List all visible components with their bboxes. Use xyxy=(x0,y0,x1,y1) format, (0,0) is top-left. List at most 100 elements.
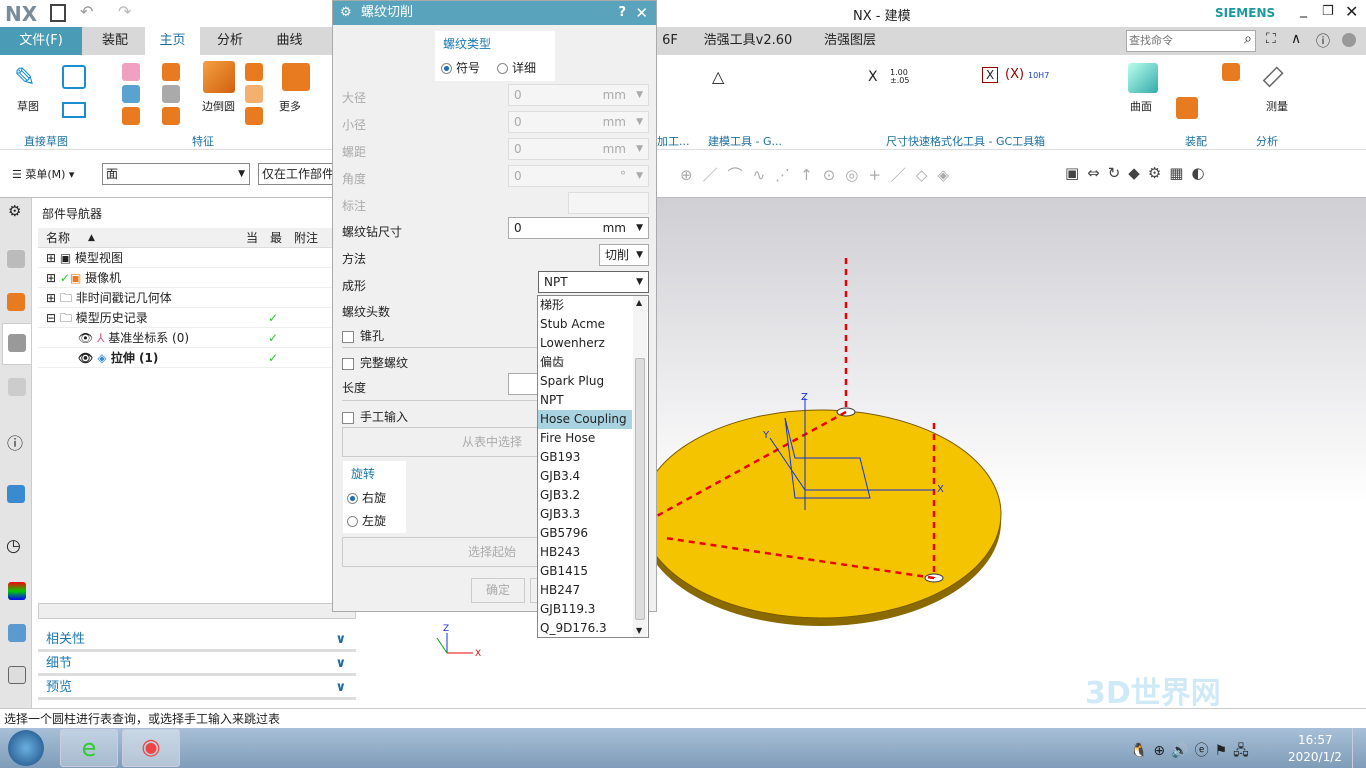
add-component-icon[interactable] xyxy=(1176,97,1198,119)
dropdown-scrollbar[interactable]: ▲ ▼ xyxy=(633,296,647,637)
tab-home[interactable]: 主页 xyxy=(145,27,200,55)
dropdown-option[interactable]: HB243 xyxy=(538,543,632,562)
tree-row-cameras[interactable]: ⊞ ✓▣ 摄像机 xyxy=(38,268,356,288)
scope-filter-select[interactable]: 仅在工作部件内 xyxy=(258,163,338,185)
chamfer-icon[interactable] xyxy=(245,63,263,81)
dropdown-option[interactable]: GB1415 xyxy=(538,562,632,581)
dim-x-icon[interactable]: X xyxy=(868,69,878,85)
scroll-down-icon[interactable]: ▼ xyxy=(636,626,642,635)
taskbar-nx-icon[interactable]: ◉ xyxy=(122,729,180,767)
history-icon[interactable]: ◷ xyxy=(6,536,21,556)
dropdown-option[interactable]: HB247 xyxy=(538,581,632,600)
section-dependencies[interactable]: 相关性 ∨ xyxy=(38,628,356,652)
sketch-label[interactable]: 草图 xyxy=(17,98,39,114)
radio-detailed[interactable]: 详细 xyxy=(497,59,536,76)
help-icon[interactable]: ⓘ xyxy=(1316,31,1330,51)
more-icon[interactable] xyxy=(282,63,310,91)
tray-icons[interactable]: 🐧⊕🔊ⓔ⚑🖧 xyxy=(1130,740,1255,764)
dropdown-option[interactable]: GJB3.2 xyxy=(538,486,632,505)
radio-right-hand[interactable]: 右旋 xyxy=(343,486,406,509)
search-icon[interactable]: ⌕ xyxy=(1244,31,1252,47)
info-icon[interactable]: ⓘ xyxy=(7,430,23,454)
surface-label[interactable]: 曲面 xyxy=(1130,98,1152,114)
type-filter-select[interactable]: 面 ▼ xyxy=(102,163,250,185)
sketch-icon[interactable]: ✎ xyxy=(14,63,36,93)
dropdown-option[interactable]: GB5796 xyxy=(538,524,632,543)
start-button[interactable] xyxy=(8,730,44,766)
method-select[interactable]: 切削 ▼ xyxy=(599,244,649,266)
form-dropdown-list[interactable]: 梯形 Stub Acme Lowenherz 偏齿 Spark Plug NPT Hose … xyxy=(537,295,649,638)
tapered-checkbox[interactable]: 锥孔 xyxy=(342,327,384,344)
disk-part[interactable] xyxy=(640,409,1002,619)
column-notes[interactable]: 附注 xyxy=(294,228,318,248)
edge-blend-label[interactable]: 边倒圆 xyxy=(202,98,235,114)
undo-icon[interactable]: ↶ xyxy=(80,2,93,21)
dropdown-option[interactable]: Hose Coupling xyxy=(538,410,632,429)
close-dialog-button[interactable]: ✕ xyxy=(635,1,648,25)
datum-plane-icon[interactable] xyxy=(122,63,140,81)
web-browser-icon[interactable] xyxy=(7,485,25,503)
tap-drill-size-field[interactable]: 0 mm ▼ xyxy=(508,217,649,239)
hole-icon[interactable] xyxy=(122,107,140,125)
dropdown-option[interactable]: NPT xyxy=(538,391,632,410)
snap-point-icons[interactable]: ⊕／⌒∿⋰↑⊙◎+／◇◈ xyxy=(680,164,959,185)
collapse-ribbon-icon[interactable]: ∧ xyxy=(1291,31,1301,47)
clock-time[interactable]: 16:57 xyxy=(1298,733,1333,747)
horizontal-scrollbar[interactable] xyxy=(38,603,356,619)
basic-dim-icon[interactable]: X xyxy=(982,67,999,83)
constraint-icon[interactable] xyxy=(1222,63,1240,81)
surface-icon[interactable] xyxy=(1128,63,1158,93)
manual-input-checkbox[interactable]: 手工输入 xyxy=(342,408,408,425)
rectangle-icon[interactable] xyxy=(62,102,86,118)
dropdown-option[interactable]: Spark Plug xyxy=(538,372,632,391)
fit-10h7-icon[interactable]: 10H7 xyxy=(1028,71,1049,80)
redo-icon[interactable]: ↷ xyxy=(118,2,131,21)
minimize-button[interactable]: _ xyxy=(1300,2,1307,18)
extrude-icon[interactable] xyxy=(122,85,140,103)
dropdown-option[interactable]: Fire Hose xyxy=(538,429,632,448)
draft-icon[interactable] xyxy=(245,85,263,103)
tree-row-extrude[interactable]: 👁 ◈ 拉伸 (1) ✓ xyxy=(38,348,356,368)
ok-button[interactable]: 确定 xyxy=(471,578,525,603)
edge-blend-icon[interactable] xyxy=(203,61,235,93)
dropdown-option[interactable]: Lowenherz xyxy=(538,334,632,353)
restore-button[interactable]: ❐ xyxy=(1322,4,1334,19)
column-name[interactable]: 名称 xyxy=(46,228,70,248)
column-latest[interactable]: 最 xyxy=(270,228,282,248)
palette-icon[interactable] xyxy=(8,582,26,600)
dropdown-option[interactable]: Stub Acme xyxy=(538,315,632,334)
column-current[interactable]: 当 xyxy=(246,228,258,248)
dropdown-option[interactable]: GJB119.3 xyxy=(538,600,632,619)
callout-field[interactable] xyxy=(568,192,649,214)
constraint-navigator-icon[interactable] xyxy=(7,293,25,311)
profile-icon[interactable] xyxy=(62,65,86,89)
tree-row-model-views[interactable]: ⊞ ▣ 模型视图 xyxy=(38,248,356,268)
shell-icon[interactable] xyxy=(162,107,180,125)
menu-button[interactable]: ☰ 菜单(M) ▾ xyxy=(12,166,74,182)
more-label[interactable]: 更多 xyxy=(279,98,301,114)
gear-icon[interactable]: ⚙ xyxy=(340,1,352,25)
full-thread-checkbox[interactable]: 完整螺纹 xyxy=(342,354,408,371)
dropdown-option[interactable]: GJB3.4 xyxy=(538,467,632,486)
minor-diameter-field[interactable]: 0 mm ▼ xyxy=(508,111,649,133)
dropdown-option[interactable]: Q_9D176.3 xyxy=(538,619,632,638)
tree-row-timeless-geometry[interactable]: ⊞ 🗀 非时间戳记几何体 xyxy=(38,288,356,308)
taskbar-ie-icon[interactable]: e xyxy=(60,729,118,767)
pattern-icon[interactable] xyxy=(162,63,180,81)
help-button[interactable]: ? xyxy=(618,1,626,25)
form-select[interactable]: NPT ▼ xyxy=(538,271,649,293)
tab-haoqiang-tools[interactable]: 浩强工具v2.60 xyxy=(698,27,798,55)
measure-icon[interactable]: ▭ xyxy=(1253,57,1292,96)
settings-icon[interactable]: ⚙ xyxy=(8,202,21,220)
triangle-icon[interactable]: △ xyxy=(712,67,724,86)
view-icons[interactable]: ▣⇔↻◆⚙▦◐ xyxy=(1065,164,1213,182)
reference-dim-icon[interactable]: (X) xyxy=(1005,67,1024,82)
scrollbar-thumb[interactable] xyxy=(635,358,645,620)
radio-symbolic[interactable]: 符号 xyxy=(441,59,480,76)
roles-icon[interactable] xyxy=(8,666,26,684)
command-search[interactable]: ⌕ xyxy=(1126,30,1256,52)
radio-left-hand[interactable]: 左旋 xyxy=(343,509,406,532)
close-button[interactable]: ✕ xyxy=(1345,2,1358,21)
tree-row-model-history[interactable]: ⊟ 🗀 模型历史记录 ✓ xyxy=(38,308,356,328)
tab-haoqiang-layers[interactable]: 浩强图层 xyxy=(815,27,885,55)
